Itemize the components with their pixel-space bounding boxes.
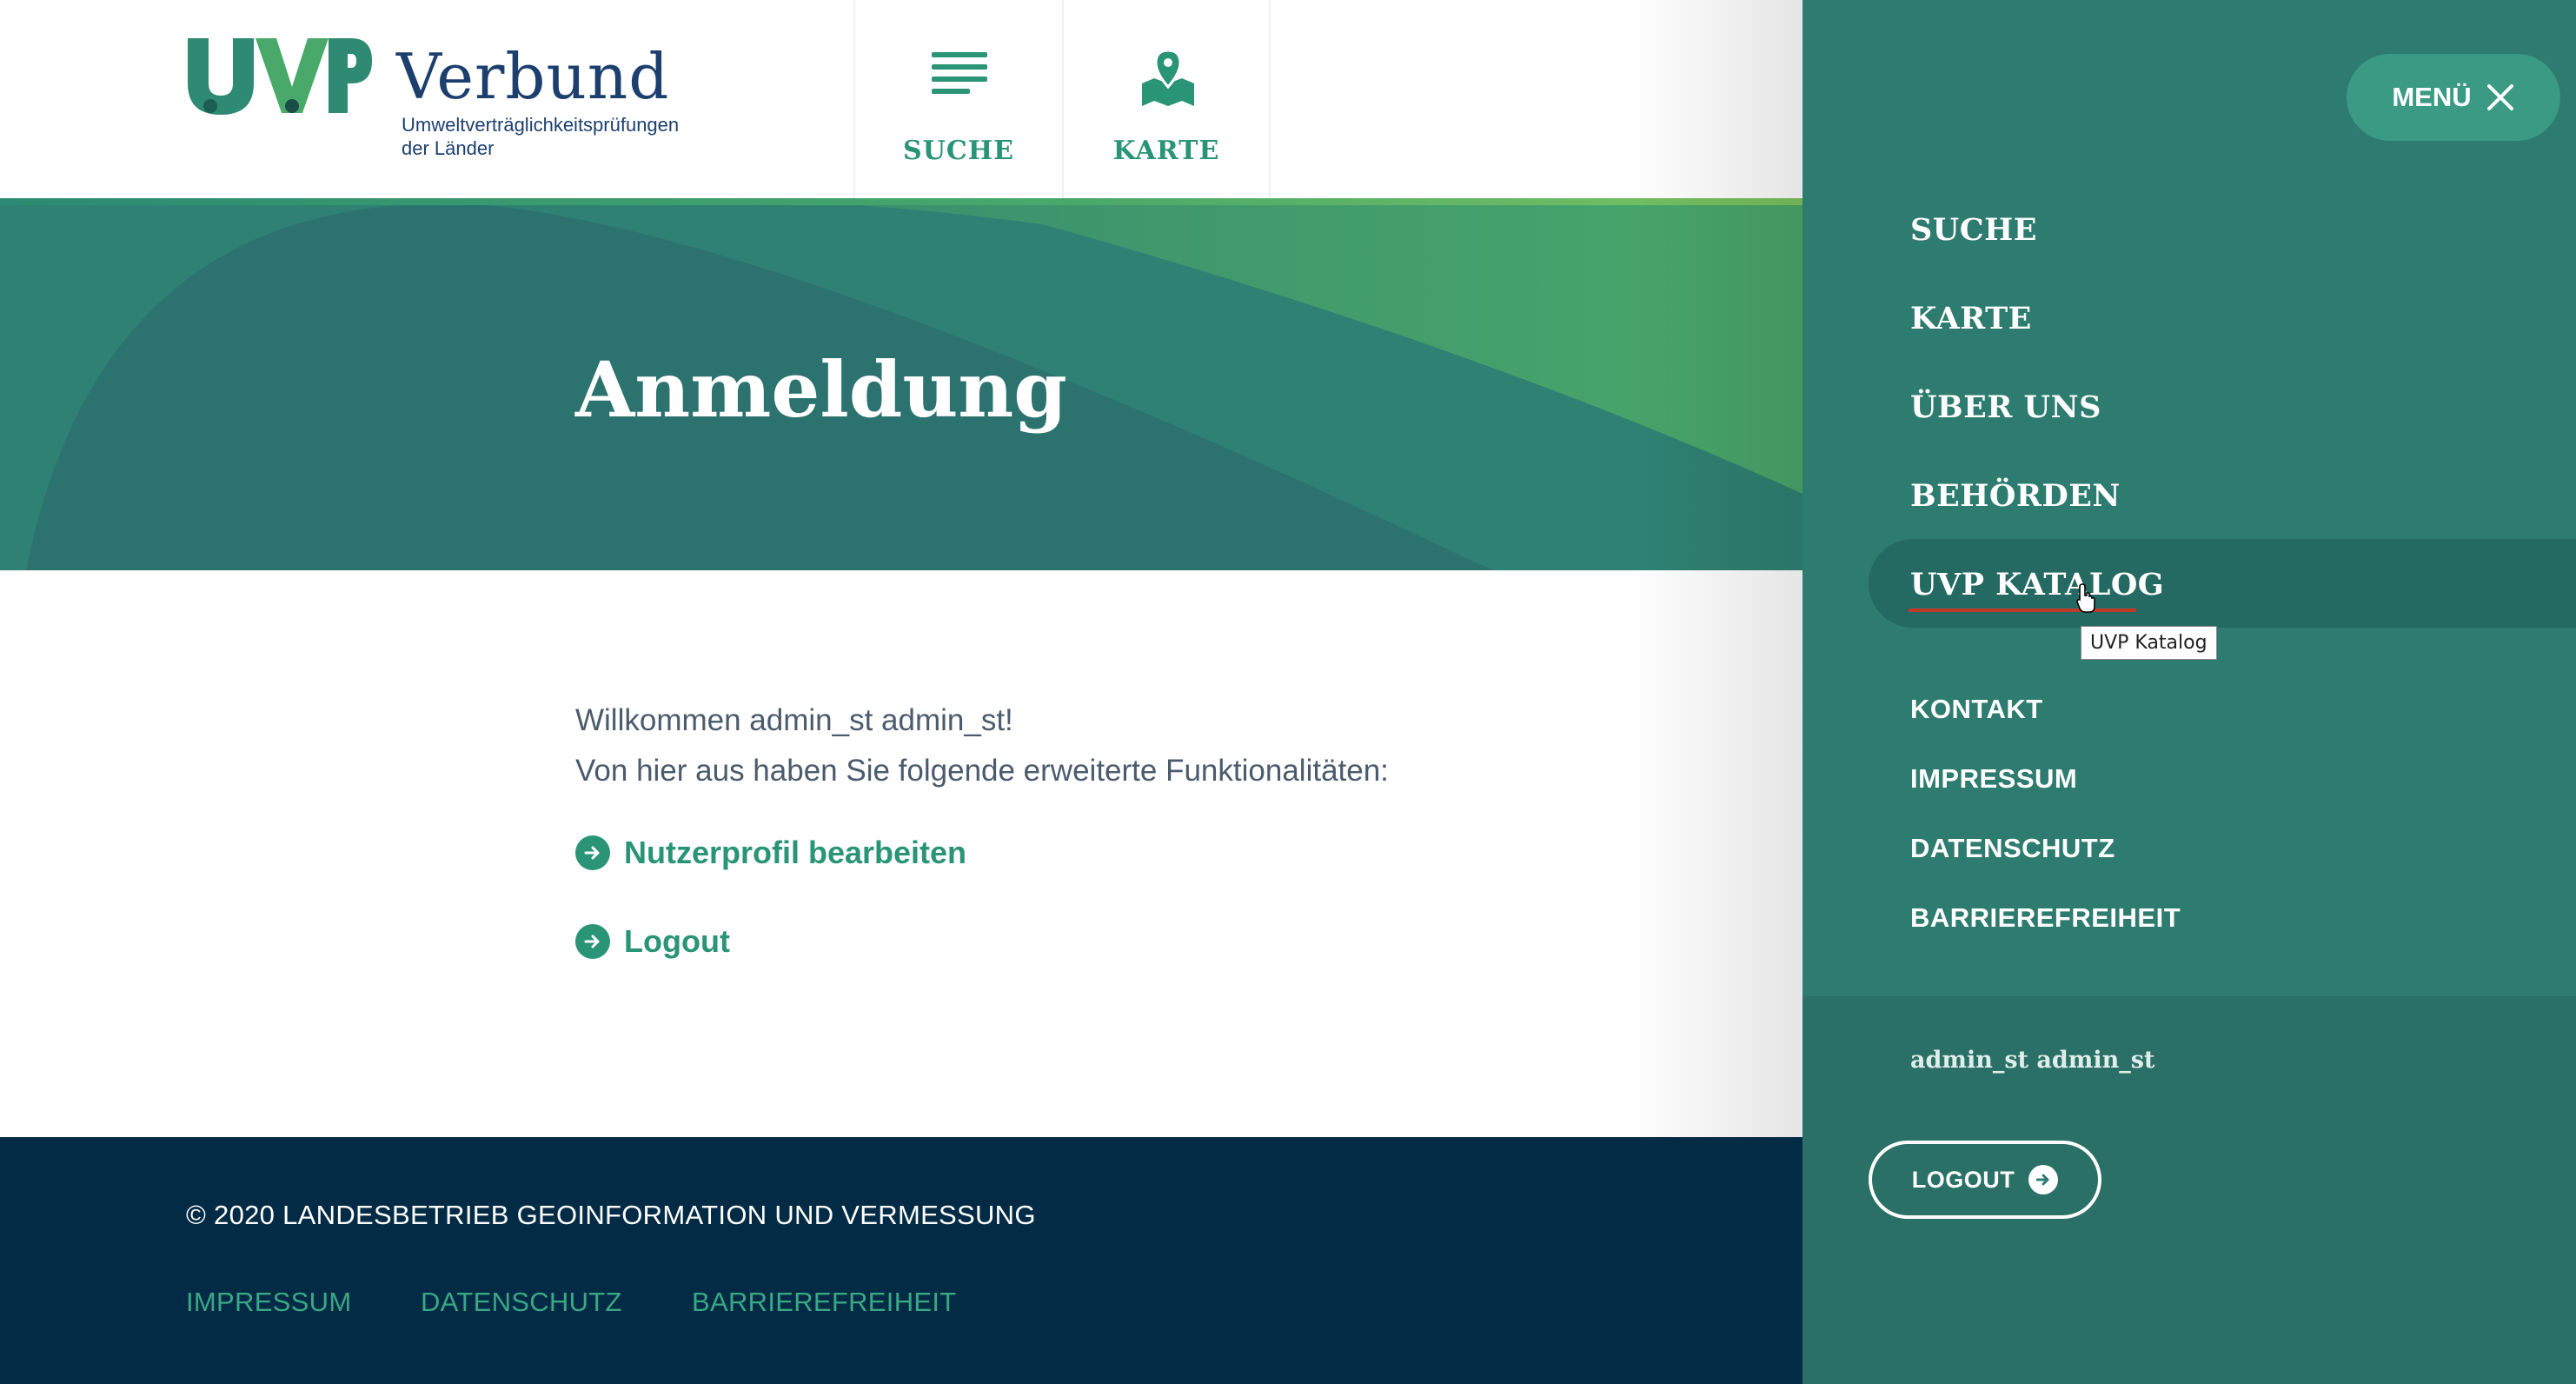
intro-text: Von hier aus haben Sie folgende erweiter… bbox=[575, 754, 1389, 788]
footer-link-impressum[interactable]: IMPRESSUM bbox=[186, 1287, 351, 1318]
arrow-right-circle-icon bbox=[575, 924, 610, 959]
side-menu-item-uvp-katalog[interactable]: UVP KATALOG bbox=[1910, 567, 2164, 602]
side-menu-item-ueber-uns[interactable]: ÜBER UNS bbox=[1910, 389, 2101, 425]
hand-pointer-cursor-icon bbox=[2076, 583, 2095, 613]
side-menu-item-suche[interactable]: SUCHE bbox=[1910, 212, 2037, 248]
close-icon bbox=[2486, 84, 2513, 110]
hero-banner: Anmeldung bbox=[0, 198, 1803, 570]
menu-close-button[interactable]: MENÜ bbox=[2347, 54, 2560, 141]
side-menu-item-datenschutz[interactable]: DATENSCHUTZ bbox=[1910, 833, 2115, 864]
copyright-text: © 2020 LANDESBETRIEB GEOINFORMATION UND … bbox=[186, 1200, 1036, 1230]
arrow-right-circle-icon bbox=[2028, 1165, 2059, 1194]
footer-link-barrierefreiheit[interactable]: BARRIEREFREIHEIT bbox=[692, 1287, 957, 1318]
logout-label: Logout bbox=[624, 923, 730, 959]
logo-name: Verbund bbox=[396, 40, 670, 113]
logout-link[interactable]: Logout bbox=[575, 923, 730, 960]
side-menu-panel: MENÜ SUCHE KARTE ÜBER UNS BEHÖRDEN UVP K… bbox=[1803, 0, 2576, 1384]
header-nav-karte-label: KARTE bbox=[1112, 136, 1220, 166]
side-logout-button[interactable]: LOGOUT bbox=[1869, 1141, 2101, 1219]
logo-subtitle: Umweltverträglichkeitsprüfungen der Länd… bbox=[402, 114, 680, 159]
logged-in-user-name: admin_st admin_st bbox=[1910, 1047, 2155, 1074]
side-menu-item-karte[interactable]: KARTE bbox=[1910, 301, 2032, 336]
edit-profile-label: Nutzerprofil bearbeiten bbox=[624, 835, 967, 870]
map-pin-icon bbox=[1142, 49, 1194, 106]
main-page: Verbund Umweltverträglichkeitsprüfungen … bbox=[0, 0, 1803, 1384]
header-nav-suche[interactable]: SUCHE bbox=[853, 0, 1062, 198]
header-nav-karte[interactable]: KARTE bbox=[1062, 0, 1271, 198]
side-menu-item-behoerden[interactable]: BEHÖRDEN bbox=[1910, 478, 2121, 514]
side-menu-item-kontakt[interactable]: KONTAKT bbox=[1910, 694, 2043, 725]
site-header: Verbund Umweltverträglichkeitsprüfungen … bbox=[0, 0, 1803, 198]
page-title: Anmeldung bbox=[575, 344, 1067, 435]
edit-profile-link[interactable]: Nutzerprofil bearbeiten bbox=[575, 835, 966, 871]
side-menu-item-impressum[interactable]: IMPRESSUM bbox=[1910, 763, 2077, 795]
hero-top-accent-line bbox=[0, 198, 1803, 205]
header-nav-suche-label: SUCHE bbox=[903, 136, 1014, 166]
side-logout-label: LOGOUT bbox=[1911, 1166, 2015, 1193]
hover-underline bbox=[1909, 609, 2136, 612]
footer-link-datenschutz[interactable]: DATENSCHUTZ bbox=[421, 1287, 622, 1318]
site-footer: © 2020 LANDESBETRIEB GEOINFORMATION UND … bbox=[0, 1137, 1803, 1384]
uvp-verbund-logo[interactable]: Verbund Umweltverträglichkeitsprüfungen … bbox=[184, 35, 723, 165]
arrow-right-circle-icon bbox=[575, 835, 610, 870]
menu-close-label: MENÜ bbox=[2392, 82, 2472, 112]
side-menu-item-barrierefreiheit[interactable]: BARRIEREFREIHEIT bbox=[1910, 902, 2181, 934]
hover-tooltip: UVP Katalog bbox=[2081, 626, 2217, 660]
login-content: Willkommen admin_st admin_st! Von hier a… bbox=[575, 695, 1705, 959]
welcome-text: Willkommen admin_st admin_st! bbox=[575, 703, 1013, 737]
uvp-logo-mark bbox=[188, 38, 372, 115]
list-icon bbox=[932, 52, 987, 94]
